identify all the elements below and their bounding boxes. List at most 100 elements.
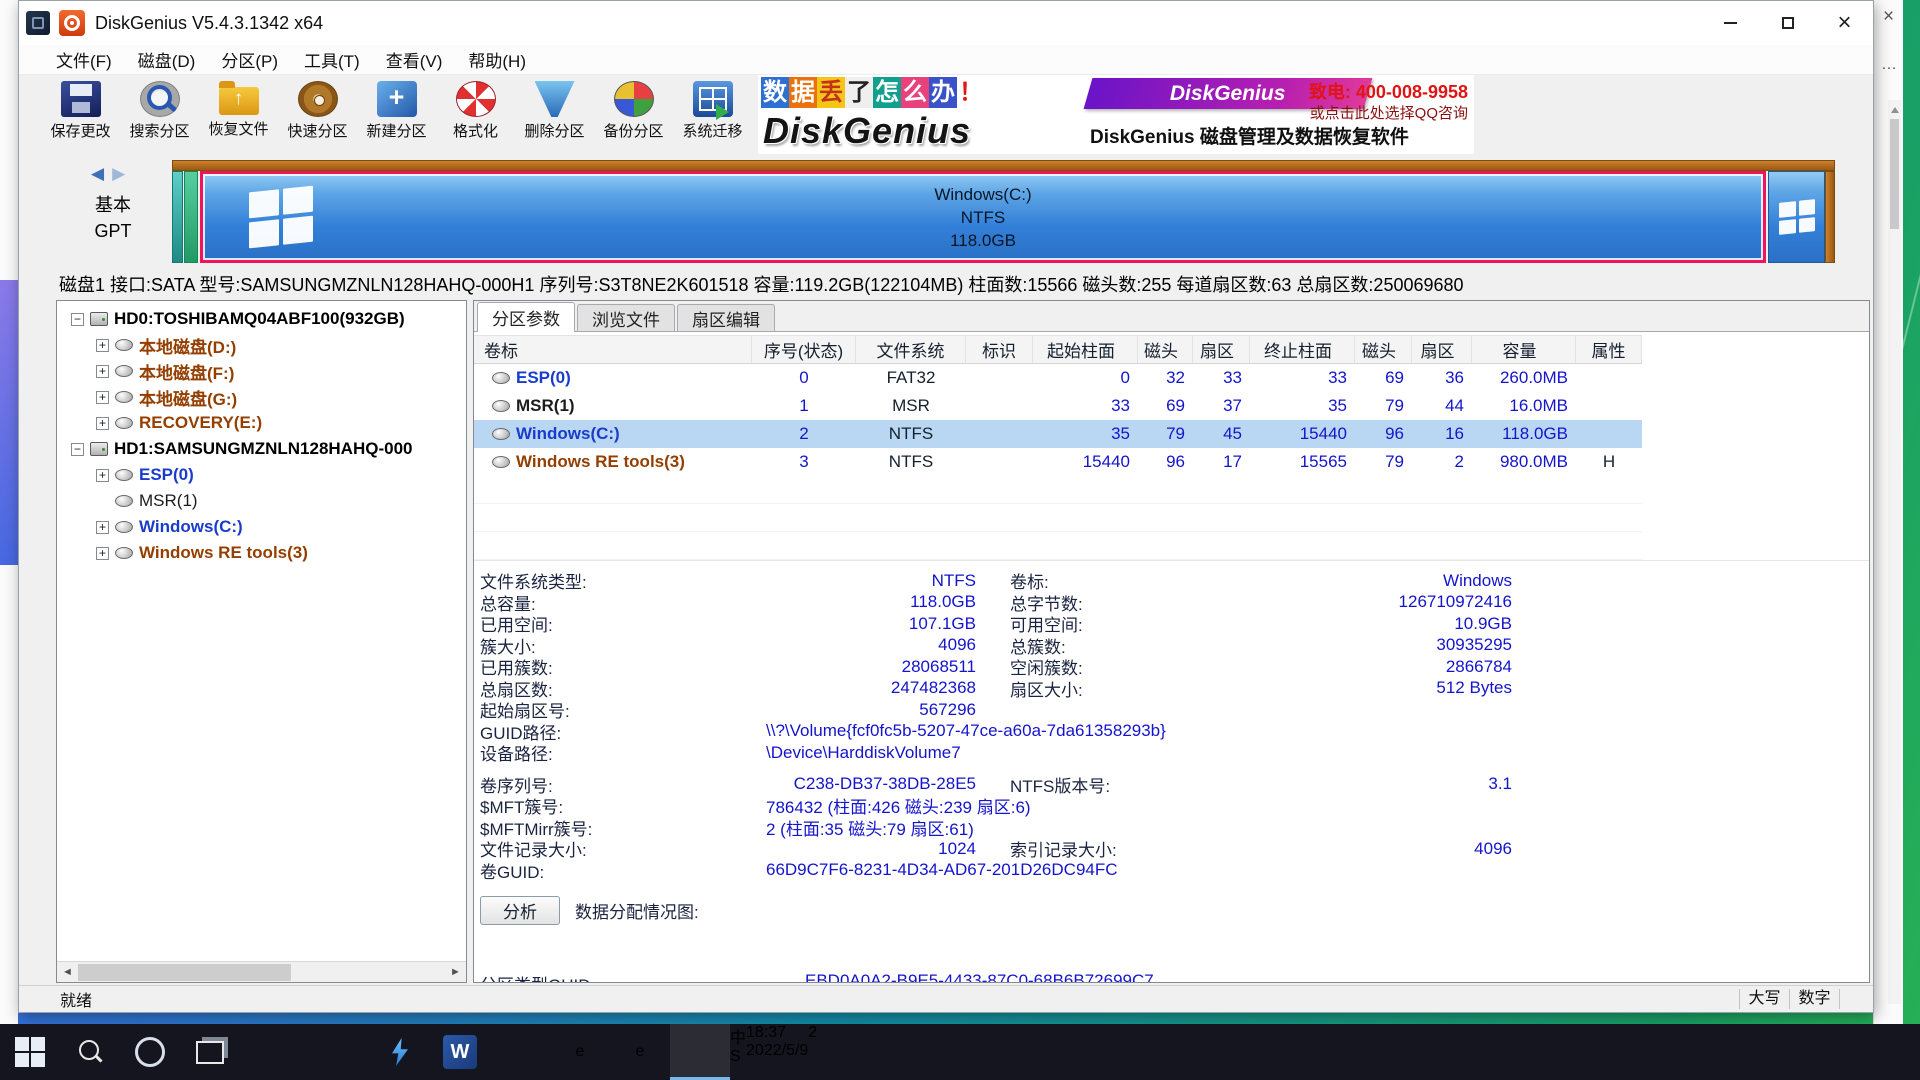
toolbar-search-partition-button[interactable]: 搜索分区 — [120, 75, 199, 156]
collapse-icon[interactable]: − — [71, 443, 84, 456]
column-header-0[interactable]: 卷标 — [474, 336, 752, 363]
tree-hscrollbar[interactable]: ◄ ► — [57, 961, 466, 982]
close-button[interactable]: × — [1816, 1, 1873, 45]
menu-bar: 文件(F)磁盘(D)分区(P)工具(T)查看(V)帮助(H) — [19, 45, 1873, 75]
column-header-6[interactable]: 扇区 — [1193, 336, 1250, 363]
next-disk-icon[interactable]: ▶ — [112, 164, 125, 184]
column-header-3[interactable]: 标识 — [966, 336, 1033, 363]
column-header-9[interactable]: 扇区 — [1412, 336, 1472, 363]
menu-item-3[interactable]: 工具(T) — [291, 45, 373, 74]
tree-node-3[interactable]: +本地磁盘(G:) — [57, 384, 466, 410]
column-header-11[interactable]: 属性 — [1576, 336, 1642, 363]
column-header-2[interactable]: 文件系统 — [856, 336, 966, 363]
toolbar-recover-files-button[interactable]: 恢复文件 — [199, 75, 278, 156]
tab-sector-edit[interactable]: 扇区编辑 — [677, 304, 775, 331]
msr-partition-block[interactable] — [184, 171, 198, 263]
taskbar-clock[interactable]: 18:37 2022/5/9 — [746, 1024, 808, 1080]
tree-node-7[interactable]: MSR(1) — [57, 488, 466, 514]
expand-icon[interactable]: + — [96, 365, 109, 378]
taskbar-app-word[interactable]: W — [430, 1024, 490, 1080]
search-icon — [72, 1034, 108, 1070]
tree-node-0[interactable]: −HD0:TOSHIBAMQ04ABF100(932GB) — [57, 306, 466, 332]
scroll-up-icon[interactable] — [1891, 103, 1899, 113]
table-row-empty — [474, 476, 1642, 504]
scroll-thumb[interactable] — [78, 964, 291, 981]
status-text: 就绪 — [19, 987, 92, 1011]
toolbar-system-migration-button[interactable]: 系统迁移 — [673, 75, 752, 156]
ad-qq-link[interactable]: 或点击此处选择QQ咨询 — [1310, 102, 1468, 123]
prev-disk-icon[interactable]: ◀ — [91, 164, 104, 184]
taskbar-app-browser[interactable]: e — [550, 1024, 610, 1080]
taskbar-apps: Wee — [0, 1024, 730, 1080]
column-header-5[interactable]: 磁头 — [1138, 336, 1193, 363]
bg-more-icon[interactable]: … — [1881, 56, 1897, 74]
scroll-thumb[interactable] — [1890, 119, 1899, 229]
taskbar-search-button[interactable] — [60, 1024, 120, 1080]
num-indicator: 数字 — [1789, 989, 1839, 1009]
table-row-1[interactable]: MSR(1)1MSR 33693735794416.0MB — [474, 392, 1642, 420]
cortana-button[interactable] — [120, 1024, 180, 1080]
bg-scrollbar[interactable] — [1888, 100, 1901, 1004]
menu-item-2[interactable]: 分区(P) — [208, 45, 291, 74]
tree-node-4[interactable]: +RECOVERY(E:) — [57, 410, 466, 436]
taskbar-app-diskgenius[interactable] — [670, 1024, 730, 1080]
column-header-4[interactable]: 起始柱面 — [1033, 336, 1138, 363]
expand-icon[interactable]: + — [96, 339, 109, 352]
menu-item-0[interactable]: 文件(F) — [43, 45, 125, 74]
column-header-1[interactable]: 序号(状态) — [752, 336, 856, 363]
ad-banner[interactable]: 数据丢了怎么办！ DiskGenius DiskGenius 致电: 400-0… — [758, 75, 1474, 154]
scroll-right-icon[interactable]: ► — [445, 966, 466, 978]
analyze-button[interactable]: 分析 — [480, 896, 560, 925]
taskbar-app-lightning[interactable] — [370, 1024, 430, 1080]
bg-close-icon[interactable]: × — [1883, 6, 1894, 28]
start-button[interactable] — [0, 1024, 60, 1080]
detail-row: 已用簇数:28068511空闲簇数:2866784 — [480, 656, 1869, 678]
tab-partition-params[interactable]: 分区参数 — [477, 302, 575, 332]
scroll-left-icon[interactable]: ◄ — [57, 966, 78, 978]
task-view-button[interactable] — [180, 1024, 240, 1080]
caps-indicator: 大写 — [1739, 989, 1789, 1009]
taskbar-app-edge[interactable]: e — [610, 1024, 670, 1080]
minimize-button[interactable] — [1702, 1, 1759, 45]
tree-node-5[interactable]: −HD1:SAMSUNGMZNLN128HAHQ-000 — [57, 436, 466, 462]
action-center-button[interactable]: 2 — [808, 1024, 817, 1080]
column-header-10[interactable]: 容量 — [1472, 336, 1576, 363]
tree-node-1[interactable]: +本地磁盘(D:) — [57, 332, 466, 358]
toolbar-delete-partition-button[interactable]: 删除分区 — [515, 75, 594, 156]
tray-sogou[interactable]: S — [730, 1048, 746, 1066]
ad-brand: DiskGenius — [763, 111, 971, 151]
expand-icon[interactable]: + — [96, 417, 109, 430]
collapse-icon[interactable]: − — [71, 313, 84, 326]
toolbar-backup-partition-button[interactable]: 备份分区 — [594, 75, 673, 156]
tree-node-2[interactable]: +本地磁盘(F:) — [57, 358, 466, 384]
windows-partition-block[interactable]: Windows(C:) NTFS 118.0GB — [200, 171, 1766, 263]
toolbar-new-partition-button[interactable]: 新建分区 — [357, 75, 436, 156]
re-partition-block[interactable] — [1768, 171, 1825, 263]
main-area: −HD0:TOSHIBAMQ04ABF100(932GB)+本地磁盘(D:)+本… — [19, 298, 1873, 985]
column-header-8[interactable]: 磁头 — [1355, 336, 1412, 363]
tree-node-9[interactable]: +Windows RE tools(3) — [57, 540, 466, 566]
menu-item-5[interactable]: 帮助(H) — [455, 45, 539, 74]
expand-icon[interactable]: + — [96, 547, 109, 560]
toolbar-save-changes-button[interactable]: 保存更改 — [41, 75, 120, 156]
expand-icon[interactable]: + — [96, 521, 109, 534]
table-row-0[interactable]: ESP(0)0FAT32 03233336936260.0MB — [474, 364, 1642, 392]
taskbar-app-explorer[interactable] — [490, 1024, 550, 1080]
menu-item-4[interactable]: 查看(V) — [373, 45, 456, 74]
menu-item-1[interactable]: 磁盘(D) — [125, 45, 209, 74]
column-header-7[interactable]: 终止柱面 — [1250, 336, 1355, 363]
tree-node-8[interactable]: +Windows(C:) — [57, 514, 466, 540]
expand-icon[interactable]: + — [96, 391, 109, 404]
esp-partition-block[interactable] — [172, 171, 183, 263]
partition-details: 文件系统类型:NTFS卷标:Windows总容量:118.0GB总字节数:126… — [474, 560, 1869, 925]
tree-node-6[interactable]: +ESP(0) — [57, 462, 466, 488]
expand-icon[interactable]: + — [96, 469, 109, 482]
tray-ime[interactable]: 中 — [730, 1024, 746, 1048]
table-row-3[interactable]: Windows RE tools(3)3NTFS 154409617155657… — [474, 448, 1642, 476]
maximize-button[interactable] — [1759, 1, 1816, 45]
table-row-2[interactable]: Windows(C:)2NTFS 357945154409616118.0GB — [474, 420, 1642, 448]
disk-type-label: 基本 — [75, 192, 151, 218]
toolbar-format-button[interactable]: 格式化 — [436, 75, 515, 156]
tab-browse-files[interactable]: 浏览文件 — [577, 304, 675, 331]
toolbar-quick-partition-button[interactable]: 快速分区 — [278, 75, 357, 156]
